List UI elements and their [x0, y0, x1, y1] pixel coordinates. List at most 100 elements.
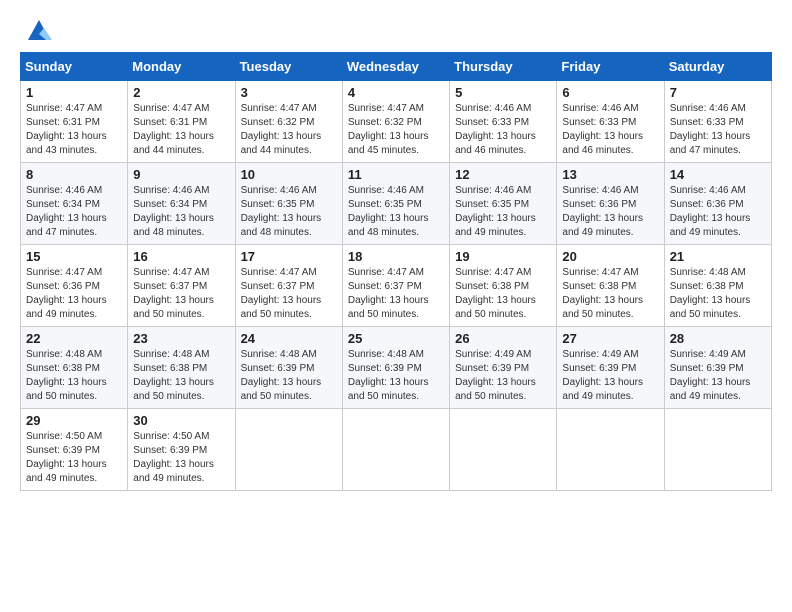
day-info: Sunrise: 4:47 AMSunset: 6:36 PMDaylight:… — [26, 266, 122, 322]
day-info: Sunrise: 4:46 AMSunset: 6:35 PMDaylight:… — [348, 184, 444, 240]
day-number: 15 — [26, 249, 122, 264]
day-number: 14 — [670, 167, 766, 182]
calendar-cell: 25 Sunrise: 4:48 AMSunset: 6:39 PMDayligh… — [342, 327, 449, 409]
calendar-week-5: 29 Sunrise: 4:50 AMSunset: 6:39 PMDayligh… — [21, 409, 772, 491]
day-number: 21 — [670, 249, 766, 264]
day-info: Sunrise: 4:49 AMSunset: 6:39 PMDaylight:… — [455, 348, 551, 404]
day-number: 29 — [26, 413, 122, 428]
day-info: Sunrise: 4:46 AMSunset: 6:35 PMDaylight:… — [455, 184, 551, 240]
calendar-cell: 5 Sunrise: 4:46 AMSunset: 6:33 PMDaylight… — [450, 81, 557, 163]
day-info: Sunrise: 4:46 AMSunset: 6:34 PMDaylight:… — [133, 184, 229, 240]
calendar-cell: 8Sunrise: 4:46 AMSunset: 6:34 PMDaylight… — [21, 163, 128, 245]
header — [20, 16, 772, 42]
logo — [20, 16, 54, 42]
day-number: 2 — [133, 85, 229, 100]
day-info: Sunrise: 4:47 AMSunset: 6:32 PMDaylight:… — [241, 102, 337, 158]
calendar-cell — [557, 409, 664, 491]
calendar-week-1: 1 Sunrise: 4:47 AMSunset: 6:31 PMDaylight… — [21, 81, 772, 163]
day-number: 20 — [562, 249, 658, 264]
day-number: 27 — [562, 331, 658, 346]
calendar-cell: 6 Sunrise: 4:46 AMSunset: 6:33 PMDaylight… — [557, 81, 664, 163]
day-info: Sunrise: 4:47 AMSunset: 6:38 PMDaylight:… — [455, 266, 551, 322]
calendar-cell: 19 Sunrise: 4:47 AMSunset: 6:38 PMDayligh… — [450, 245, 557, 327]
day-number: 1 — [26, 85, 122, 100]
day-info: Sunrise: 4:46 AMSunset: 6:33 PMDaylight:… — [455, 102, 551, 158]
weekday-header-sunday: Sunday — [21, 53, 128, 81]
calendar-cell: 9 Sunrise: 4:46 AMSunset: 6:34 PMDaylight… — [128, 163, 235, 245]
day-number: 12 — [455, 167, 551, 182]
day-info: Sunrise: 4:46 AMSunset: 6:33 PMDaylight:… — [562, 102, 658, 158]
calendar-cell: 23Sunrise: 4:48 AMSunset: 6:38 PMDayligh… — [128, 327, 235, 409]
weekday-header-friday: Friday — [557, 53, 664, 81]
day-number: 13 — [562, 167, 658, 182]
day-info: Sunrise: 4:50 AMSunset: 6:39 PMDaylight:… — [133, 430, 229, 486]
calendar-week-3: 15 Sunrise: 4:47 AMSunset: 6:36 PMDayligh… — [21, 245, 772, 327]
day-info: Sunrise: 4:47 AMSunset: 6:37 PMDaylight:… — [133, 266, 229, 322]
calendar-cell — [450, 409, 557, 491]
calendar-cell: 21 Sunrise: 4:48 AMSunset: 6:38 PMDayligh… — [664, 245, 771, 327]
day-number: 3 — [241, 85, 337, 100]
calendar-cell: 30 Sunrise: 4:50 AMSunset: 6:39 PMDayligh… — [128, 409, 235, 491]
calendar-cell: 29 Sunrise: 4:50 AMSunset: 6:39 PMDayligh… — [21, 409, 128, 491]
day-number: 26 — [455, 331, 551, 346]
day-number: 17 — [241, 249, 337, 264]
day-number: 25 — [348, 331, 444, 346]
calendar-cell: 24 Sunrise: 4:48 AMSunset: 6:39 PMDayligh… — [235, 327, 342, 409]
day-number: 16 — [133, 249, 229, 264]
calendar-cell: 13 Sunrise: 4:46 AMSunset: 6:36 PMDayligh… — [557, 163, 664, 245]
logo-icon — [24, 16, 54, 42]
day-number: 6 — [562, 85, 658, 100]
calendar-cell: 3 Sunrise: 4:47 AMSunset: 6:32 PMDaylight… — [235, 81, 342, 163]
day-number: 28 — [670, 331, 766, 346]
day-info: Sunrise: 4:48 AMSunset: 6:38 PMDaylight:… — [670, 266, 766, 322]
calendar-cell: 26 Sunrise: 4:49 AMSunset: 6:39 PMDayligh… — [450, 327, 557, 409]
day-number: 24 — [241, 331, 337, 346]
day-info: Sunrise: 4:46 AMSunset: 6:36 PMDaylight:… — [562, 184, 658, 240]
calendar-cell: 15 Sunrise: 4:47 AMSunset: 6:36 PMDayligh… — [21, 245, 128, 327]
page: SundayMondayTuesdayWednesdayThursdayFrid… — [0, 0, 792, 612]
calendar-cell: 4Sunrise: 4:47 AMSunset: 6:32 PMDaylight… — [342, 81, 449, 163]
calendar-header-row: SundayMondayTuesdayWednesdayThursdayFrid… — [21, 53, 772, 81]
day-number: 10 — [241, 167, 337, 182]
day-info: Sunrise: 4:47 AMSunset: 6:37 PMDaylight:… — [348, 266, 444, 322]
calendar-cell — [235, 409, 342, 491]
day-number: 19 — [455, 249, 551, 264]
day-number: 11 — [348, 167, 444, 182]
calendar-cell: 1 Sunrise: 4:47 AMSunset: 6:31 PMDaylight… — [21, 81, 128, 163]
day-info: Sunrise: 4:49 AMSunset: 6:39 PMDaylight:… — [670, 348, 766, 404]
day-info: Sunrise: 4:47 AMSunset: 6:37 PMDaylight:… — [241, 266, 337, 322]
calendar-cell: 27 Sunrise: 4:49 AMSunset: 6:39 PMDayligh… — [557, 327, 664, 409]
calendar-cell: 10 Sunrise: 4:46 AMSunset: 6:35 PMDayligh… — [235, 163, 342, 245]
day-info: Sunrise: 4:48 AMSunset: 6:39 PMDaylight:… — [241, 348, 337, 404]
calendar-cell: 16 Sunrise: 4:47 AMSunset: 6:37 PMDayligh… — [128, 245, 235, 327]
day-info: Sunrise: 4:49 AMSunset: 6:39 PMDaylight:… — [562, 348, 658, 404]
calendar-cell: 28 Sunrise: 4:49 AMSunset: 6:39 PMDayligh… — [664, 327, 771, 409]
calendar-cell: 14Sunrise: 4:46 AMSunset: 6:36 PMDayligh… — [664, 163, 771, 245]
calendar-week-2: 8Sunrise: 4:46 AMSunset: 6:34 PMDaylight… — [21, 163, 772, 245]
day-number: 5 — [455, 85, 551, 100]
day-number: 22 — [26, 331, 122, 346]
day-info: Sunrise: 4:47 AMSunset: 6:31 PMDaylight:… — [133, 102, 229, 158]
calendar-cell: 17 Sunrise: 4:47 AMSunset: 6:37 PMDayligh… — [235, 245, 342, 327]
weekday-header-thursday: Thursday — [450, 53, 557, 81]
day-info: Sunrise: 4:46 AMSunset: 6:34 PMDaylight:… — [26, 184, 122, 240]
day-number: 30 — [133, 413, 229, 428]
calendar-cell — [664, 409, 771, 491]
calendar-cell: 22Sunrise: 4:48 AMSunset: 6:38 PMDayligh… — [21, 327, 128, 409]
weekday-header-tuesday: Tuesday — [235, 53, 342, 81]
day-number: 7 — [670, 85, 766, 100]
day-info: Sunrise: 4:46 AMSunset: 6:35 PMDaylight:… — [241, 184, 337, 240]
day-info: Sunrise: 4:50 AMSunset: 6:39 PMDaylight:… — [26, 430, 122, 486]
day-info: Sunrise: 4:47 AMSunset: 6:31 PMDaylight:… — [26, 102, 122, 158]
weekday-header-monday: Monday — [128, 53, 235, 81]
calendar-cell: 12 Sunrise: 4:46 AMSunset: 6:35 PMDayligh… — [450, 163, 557, 245]
weekday-header-saturday: Saturday — [664, 53, 771, 81]
calendar-cell: 7Sunrise: 4:46 AMSunset: 6:33 PMDaylight… — [664, 81, 771, 163]
weekday-header-wednesday: Wednesday — [342, 53, 449, 81]
calendar-cell: 18Sunrise: 4:47 AMSunset: 6:37 PMDayligh… — [342, 245, 449, 327]
day-info: Sunrise: 4:48 AMSunset: 6:39 PMDaylight:… — [348, 348, 444, 404]
calendar-cell: 20Sunrise: 4:47 AMSunset: 6:38 PMDayligh… — [557, 245, 664, 327]
day-info: Sunrise: 4:47 AMSunset: 6:32 PMDaylight:… — [348, 102, 444, 158]
calendar-cell — [342, 409, 449, 491]
day-number: 9 — [133, 167, 229, 182]
